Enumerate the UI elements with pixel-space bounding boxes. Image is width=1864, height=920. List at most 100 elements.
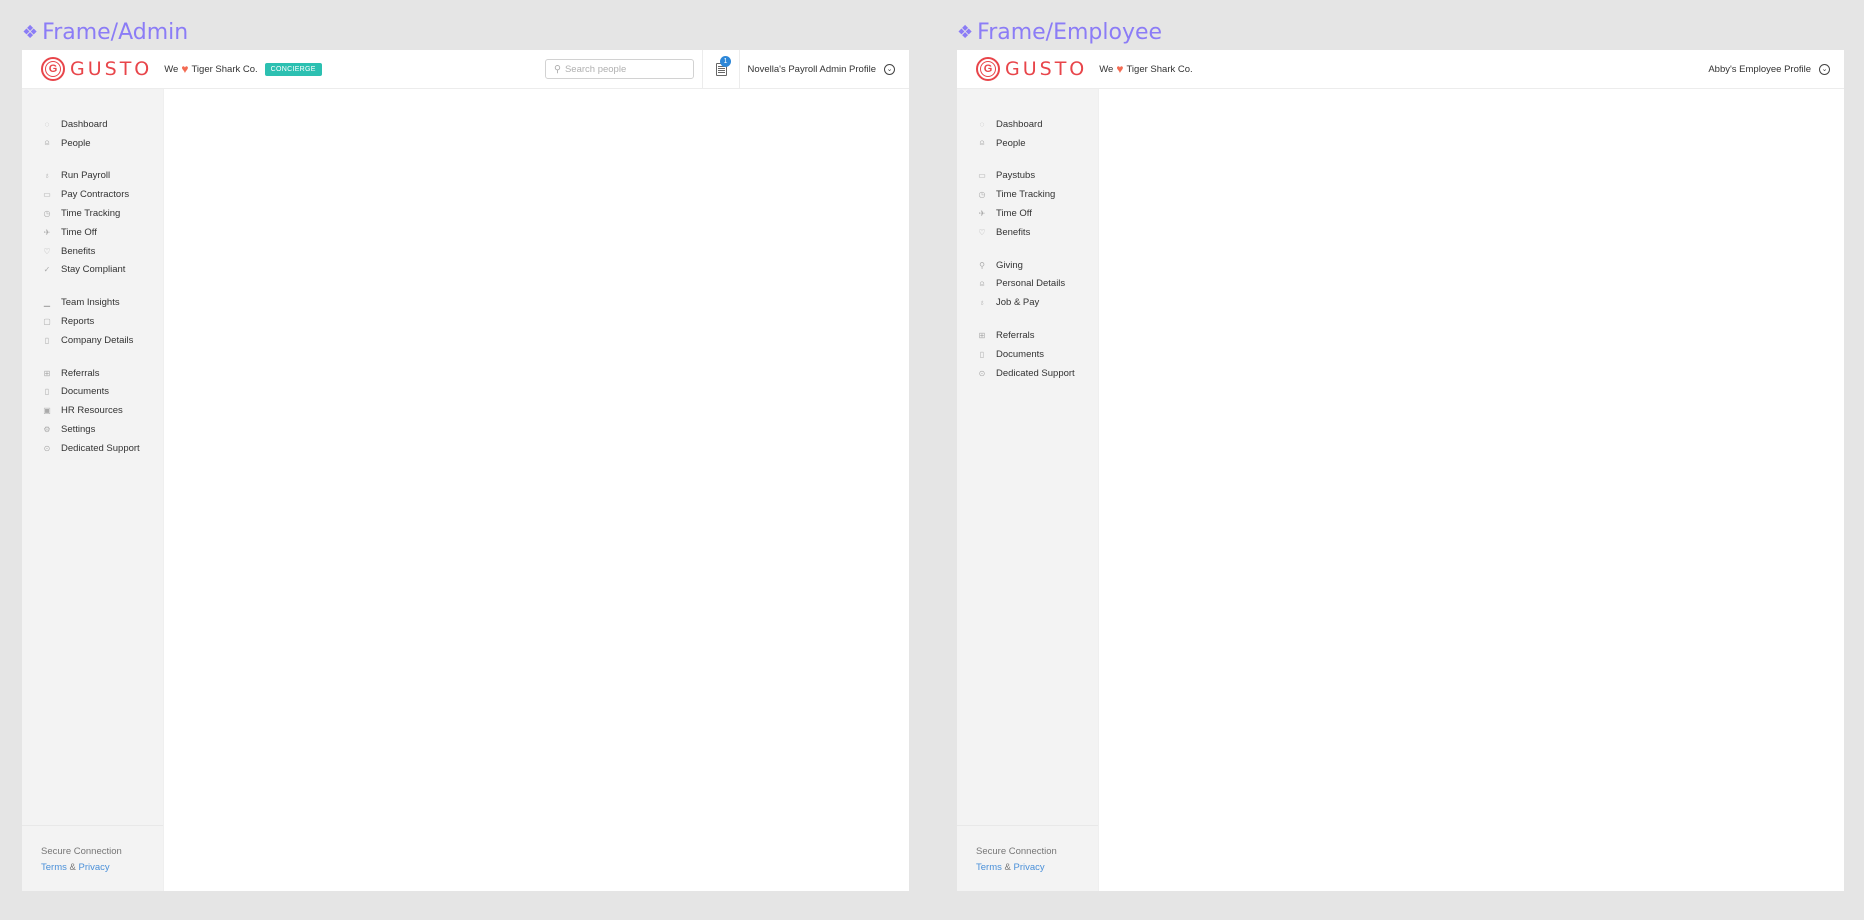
sidebar-item-label: Dashboard xyxy=(61,118,108,130)
nav-group: ▁ Team Insights ▢ Reports ▯ Company Details xyxy=(22,293,163,349)
nav-group: ⚲ Giving ⍝ Personal Details ♁ Job & Pay xyxy=(957,256,1098,312)
nav-group: ⊞ Referrals ▯ Documents ▣ HR Resources ⚙ Settin… xyxy=(22,364,163,458)
sidebar-item-reports[interactable]: ▢ Reports xyxy=(22,312,163,331)
sidebar-item-label: Run Payroll xyxy=(61,170,111,182)
sidebar-item-hr-resources[interactable]: ▣ HR Resources xyxy=(22,401,163,420)
employee-frame: G GUSTO We ♥ Tiger Shark Co. Abby's Empl… xyxy=(957,50,1844,891)
notification-count-badge: 1 xyxy=(720,56,731,67)
sidebar-nav: ◌ Dashboard ⍝ People ♁ Run Payroll ▭ Pay Contra… xyxy=(22,89,163,458)
top-bar: G GUSTO We ♥ Tiger Shark Co. CONCIERGE ⚲… xyxy=(22,50,909,89)
sidebar-item-stay-compliant[interactable]: ✓ Stay Compliant xyxy=(22,261,163,280)
sidebar-item-label: Time Tracking xyxy=(996,189,1056,201)
sidebar-item-personal-details[interactable]: ⍝ Personal Details xyxy=(957,275,1098,294)
plane-icon: ✈ xyxy=(43,227,51,237)
people-icon: ⍝ xyxy=(979,138,985,148)
sidebar-item-label: Giving xyxy=(996,259,1023,271)
money-bag-icon: ♁ xyxy=(44,171,50,181)
sidebar-item-label: HR Resources xyxy=(61,405,123,417)
help-icon: ⊙ xyxy=(978,368,986,378)
terms-link[interactable]: Terms xyxy=(976,862,1002,873)
person-icon: ⍝ xyxy=(979,278,985,288)
search-box[interactable]: ⚲ xyxy=(545,59,694,79)
sidebar-item-label: Time Off xyxy=(61,226,97,238)
gusto-logo-icon: G xyxy=(976,57,1000,81)
frame-label-text: Frame/Employee xyxy=(977,20,1163,45)
sidebar-item-referrals[interactable]: ⊞ Referrals xyxy=(22,364,163,383)
sidebar-item-giving[interactable]: ⚲ Giving xyxy=(957,256,1098,275)
sidebar-item-job-and-pay[interactable]: ♁ Job & Pay xyxy=(957,293,1098,312)
terms-link[interactable]: Terms xyxy=(41,862,67,873)
main-content xyxy=(164,89,909,891)
privacy-link[interactable]: Privacy xyxy=(79,862,110,873)
check-icon: ✓ xyxy=(43,265,51,275)
clock-icon: ◷ xyxy=(978,190,986,200)
chevron-down-icon[interactable]: ⌄ xyxy=(884,64,895,75)
search-input[interactable] xyxy=(564,63,675,75)
sidebar-item-time-tracking[interactable]: ◷ Time Tracking xyxy=(22,204,163,223)
sidebar-item-dedicated-support[interactable]: ⊙ Dedicated Support xyxy=(957,364,1098,383)
frame-label-text: Frame/Admin xyxy=(42,20,189,45)
notifications-button[interactable]: 1 xyxy=(702,50,740,89)
chevron-down-icon[interactable]: ⌄ xyxy=(1819,64,1830,75)
logo-text: GUSTO xyxy=(1005,58,1088,80)
sidebar-item-time-off[interactable]: ✈ Time Off xyxy=(22,223,163,242)
profile-menu[interactable]: Novella's Payroll Admin Profile ⌄ xyxy=(747,50,895,89)
book-icon: ▣ xyxy=(43,406,51,416)
concierge-badge: CONCIERGE xyxy=(264,62,322,76)
sidebar: ◌ Dashboard ⍝ People ▭ Paystubs ◷ Time Tracking… xyxy=(957,89,1099,891)
nav-group: ◌ Dashboard ⍝ People xyxy=(957,115,1098,153)
sidebar-item-documents[interactable]: ▯ Documents xyxy=(22,383,163,402)
frame-label-admin: ❖ Frame/Admin xyxy=(22,20,188,45)
gift-icon: ⊞ xyxy=(978,331,986,341)
sidebar-item-label: Time Off xyxy=(996,208,1032,220)
gusto-logo-icon: G xyxy=(41,57,65,81)
top-bar: G GUSTO We ♥ Tiger Shark Co. Abby's Empl… xyxy=(957,50,1844,89)
document-icon: ▯ xyxy=(44,387,50,397)
tagline-we: We xyxy=(1099,63,1114,75)
sidebar-footer: Secure Connection Terms & Privacy xyxy=(22,825,163,891)
sidebar-item-label: Dedicated Support xyxy=(61,442,140,454)
sidebar-item-dashboard[interactable]: ◌ Dashboard xyxy=(957,115,1098,134)
sidebar-item-label: Documents xyxy=(61,386,110,398)
gusto-logo[interactable]: G GUSTO xyxy=(976,57,1087,81)
privacy-link[interactable]: Privacy xyxy=(1014,862,1045,873)
search-icon: ⚲ xyxy=(554,63,561,75)
sidebar-item-label: Pay Contractors xyxy=(61,189,130,201)
gift-icon: ⊞ xyxy=(43,368,51,378)
sidebar-item-pay-contractors[interactable]: ▭ Pay Contractors xyxy=(22,185,163,204)
sidebar-item-label: Documents xyxy=(996,348,1045,360)
ampersand: & xyxy=(1004,862,1011,873)
sidebar-item-benefits[interactable]: ♡ Benefits xyxy=(957,223,1098,242)
heart-icon: ♥ xyxy=(181,62,189,76)
sidebar-item-team-insights[interactable]: ▁ Team Insights xyxy=(22,293,163,312)
clock-icon: ◷ xyxy=(43,209,51,219)
sidebar-item-time-tracking[interactable]: ◷ Time Tracking xyxy=(957,185,1098,204)
sidebar-item-label: Company Details xyxy=(61,334,134,346)
tagline-we: We xyxy=(164,63,179,75)
sidebar-item-benefits[interactable]: ♡ Benefits xyxy=(22,242,163,261)
gusto-logo[interactable]: G GUSTO xyxy=(41,57,152,81)
sidebar-item-referrals[interactable]: ⊞ Referrals xyxy=(957,326,1098,345)
sidebar-item-people[interactable]: ⍝ People xyxy=(22,134,163,153)
help-icon: ⊙ xyxy=(43,443,51,453)
sidebar-item-paystubs[interactable]: ▭ Paystubs xyxy=(957,167,1098,186)
sidebar-item-dashboard[interactable]: ◌ Dashboard xyxy=(22,115,163,134)
profile-menu[interactable]: Abby's Employee Profile ⌄ xyxy=(1708,50,1830,89)
main-content xyxy=(1099,89,1844,891)
company-name: Tiger Shark Co. xyxy=(191,63,258,75)
admin-frame: G GUSTO We ♥ Tiger Shark Co. CONCIERGE ⚲… xyxy=(22,50,909,891)
sidebar-item-documents[interactable]: ▯ Documents xyxy=(957,345,1098,364)
sidebar-item-company-details[interactable]: ▯ Company Details xyxy=(22,331,163,350)
sidebar-item-settings[interactable]: ⚙ Settings xyxy=(22,420,163,439)
sidebar-item-people[interactable]: ⍝ People xyxy=(957,134,1098,153)
nav-group: ♁ Run Payroll ▭ Pay Contractors ◷ Time Tracki… xyxy=(22,167,163,280)
sidebar-item-run-payroll[interactable]: ♁ Run Payroll xyxy=(22,167,163,186)
document-icon: ▯ xyxy=(979,349,985,359)
sidebar-item-dedicated-support[interactable]: ⊙ Dedicated Support xyxy=(22,439,163,458)
nav-group: ⊞ Referrals ▯ Documents ⊙ Dedicated Support xyxy=(957,326,1098,382)
sidebar-item-label: Time Tracking xyxy=(61,208,121,220)
logo-text: GUSTO xyxy=(70,58,153,80)
sidebar-item-label: People xyxy=(61,137,91,149)
sidebar-item-time-off[interactable]: ✈ Time Off xyxy=(957,204,1098,223)
sidebar-item-label: Team Insights xyxy=(61,297,120,309)
